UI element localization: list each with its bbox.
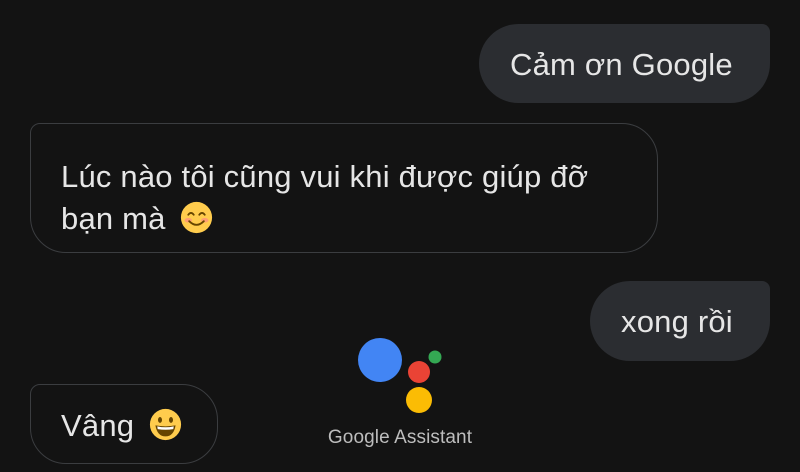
user-message-bubble: xong rồi <box>590 281 770 361</box>
grinning-face-with-big-eyes-icon <box>149 408 182 441</box>
google-assistant-icon <box>358 338 442 413</box>
message-text: Vâng <box>61 408 135 443</box>
assistant-message-bubble: Lúc nào tôi cũng vui khi được giúp đỡ bạ… <box>30 123 658 253</box>
smiling-face-with-smiling-eyes-icon <box>181 201 213 234</box>
message-text: xong rồi <box>621 304 733 339</box>
assistant-message-bubble: Vâng <box>30 384 218 464</box>
message-text: Lúc nào tôi cũng vui khi được giúp đỡ bạ… <box>61 159 589 236</box>
user-message-bubble: Cảm ơn Google <box>479 24 770 103</box>
google-assistant-label: Google Assistant <box>327 427 473 448</box>
message-text: Cảm ơn Google <box>510 47 733 82</box>
